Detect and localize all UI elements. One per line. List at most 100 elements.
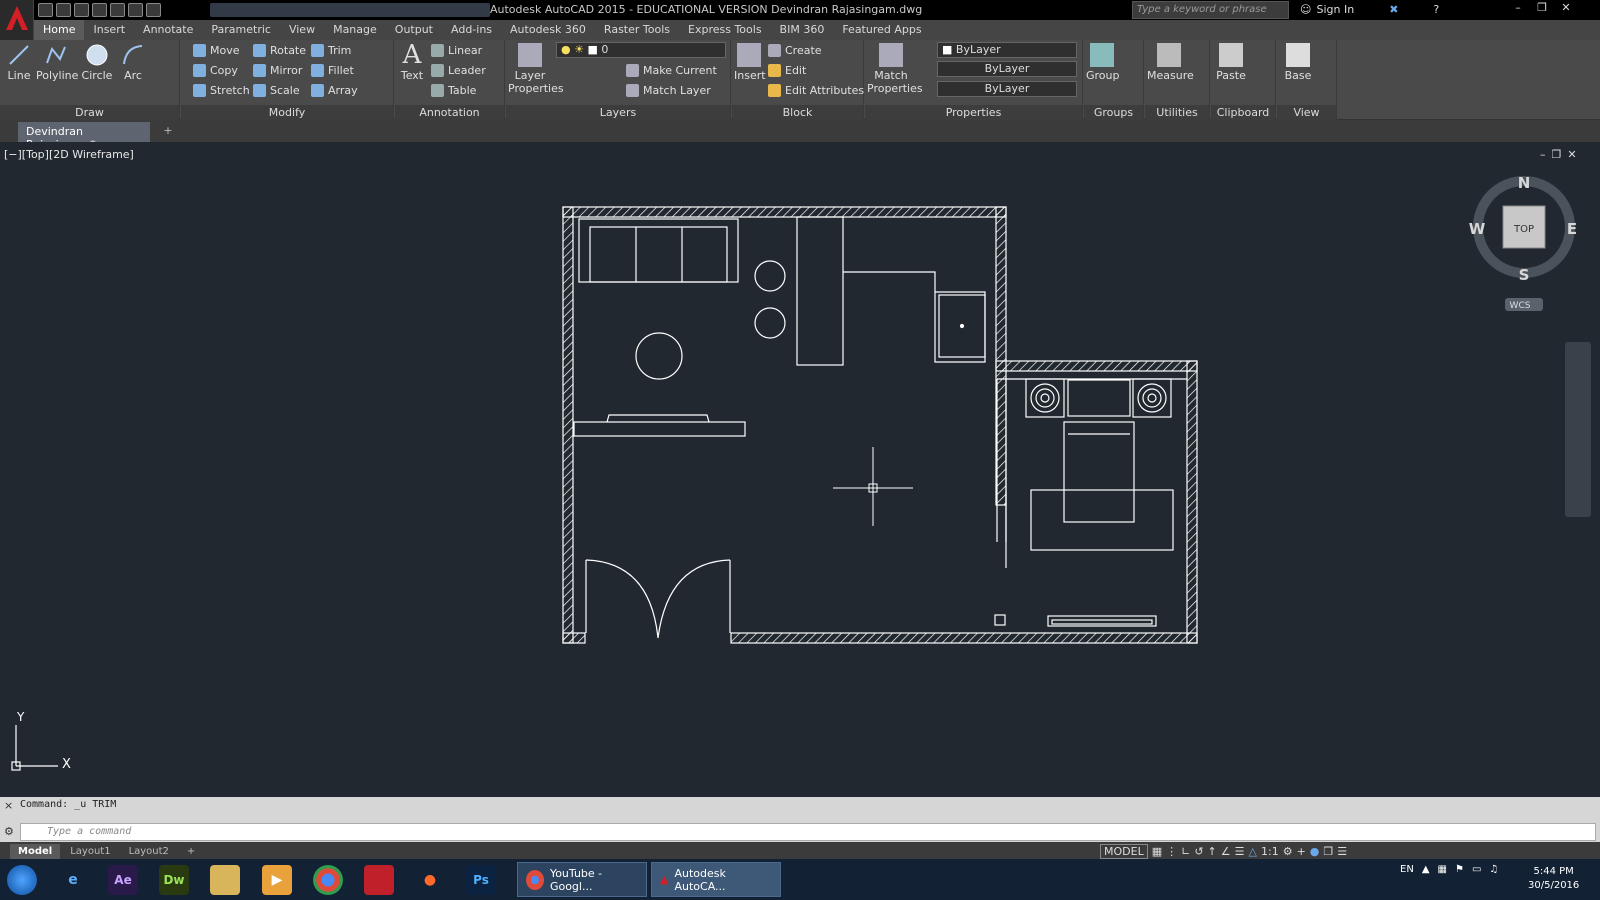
stretch-button[interactable]: Stretch (193, 81, 250, 99)
taskbar-app-youtube-chrome[interactable]: YouTube - Googl... (517, 862, 647, 897)
tab-home[interactable]: Home (34, 20, 85, 40)
sign-in-button[interactable]: ☺ Sign In ✖ ? (1300, 3, 1439, 16)
leader-button[interactable]: Leader (431, 61, 486, 79)
linear-dimension-button[interactable]: Linear (431, 41, 482, 59)
match-layer-button[interactable]: Match Layer (626, 81, 711, 99)
language-indicator[interactable]: EN (1400, 864, 1414, 875)
after-effects-icon[interactable]: Ae (108, 865, 138, 895)
workspace-gear-icon[interactable]: ⚙ (1283, 845, 1293, 858)
layer-properties-button[interactable]: Layer Properties (508, 43, 564, 95)
status-menu-icon[interactable]: ☰ (1337, 845, 1347, 858)
firefox-icon[interactable]: ● (415, 865, 445, 895)
modify-panel-title[interactable]: Modify (181, 105, 393, 120)
exchange-icon[interactable]: ✖ (1389, 3, 1398, 16)
polar-icon[interactable]: ↺ (1194, 845, 1203, 858)
tab-parametric[interactable]: Parametric (202, 20, 280, 40)
table-button[interactable]: Table (431, 81, 476, 99)
tab-manage[interactable]: Manage (324, 20, 386, 40)
fillet-button[interactable]: Fillet (311, 61, 354, 79)
close-command-line-icon[interactable]: × (4, 799, 13, 812)
draw-panel-title[interactable]: Draw (0, 105, 179, 120)
tab-bim-360[interactable]: BIM 360 (771, 20, 834, 40)
grid-icon[interactable]: ▦ (1152, 845, 1162, 858)
compass-east[interactable]: E (1567, 220, 1577, 238)
file-tab-devindran-rajasingam[interactable]: Devindran Rajasingam* × (18, 122, 150, 151)
undo-icon[interactable] (128, 3, 143, 17)
navigation-bar[interactable] (1565, 342, 1591, 517)
isolate-icon[interactable]: + (1297, 845, 1306, 858)
tab-layout1[interactable]: Layout1 (62, 844, 118, 859)
compass-south[interactable]: S (1519, 266, 1530, 284)
view-panel-title[interactable]: View (1277, 105, 1336, 120)
save-icon[interactable] (74, 3, 89, 17)
save-as-icon[interactable] (92, 3, 107, 17)
print-icon[interactable] (110, 3, 125, 17)
compass-north[interactable]: N (1518, 174, 1531, 192)
move-button[interactable]: Move (193, 41, 240, 59)
taskbar-app-autocad[interactable]: ▲ Autodesk AutoCA... (651, 862, 781, 897)
annotation-panel-title[interactable]: Annotation (395, 105, 504, 120)
internet-explorer-icon[interactable]: e (58, 865, 88, 895)
layers-panel-title[interactable]: Layers (506, 105, 730, 120)
security-shield-icon[interactable] (364, 865, 394, 895)
trim-button[interactable]: Trim (311, 41, 351, 59)
tab-layout2[interactable]: Layout2 (121, 844, 177, 859)
utilities-panel-title[interactable]: Utilities (1145, 105, 1209, 120)
tab-express-tools[interactable]: Express Tools (679, 20, 771, 40)
action-center-flag-icon[interactable]: ⚑ (1455, 864, 1464, 875)
otrack-icon[interactable]: ∠ (1221, 845, 1231, 858)
tab-annotate[interactable]: Annotate (134, 20, 202, 40)
measure-button[interactable]: Measure (1147, 43, 1194, 82)
scale-button[interactable]: Scale (253, 81, 300, 99)
tab-insert[interactable]: Insert (84, 20, 134, 40)
edit-block-button[interactable]: Edit (768, 61, 806, 79)
hardware-acceleration-icon[interactable]: ● (1310, 845, 1320, 858)
redo-icon[interactable] (146, 3, 161, 17)
tab-autodesk-360[interactable]: Autodesk 360 (501, 20, 595, 40)
clipboard-panel-title[interactable]: Clipboard (1211, 105, 1275, 120)
tab-add-ins[interactable]: Add-ins (442, 20, 501, 40)
arc-button[interactable]: Arc (118, 43, 148, 82)
search-input[interactable]: Type a keyword or phrase (1132, 1, 1289, 19)
rotate-button[interactable]: Rotate (253, 41, 306, 59)
color-dropdown[interactable]: ■ ByLayer (937, 42, 1077, 58)
open-icon[interactable] (56, 3, 71, 17)
media-player-icon[interactable]: ▶ (262, 865, 292, 895)
tab-view[interactable]: View (280, 20, 324, 40)
file-explorer-icon[interactable] (210, 865, 240, 895)
photoshop-icon[interactable]: Ps (466, 865, 496, 895)
new-icon[interactable] (38, 3, 53, 17)
volume-icon[interactable]: ♫ (1489, 864, 1498, 875)
model-space-toggle[interactable]: MODEL (1100, 844, 1148, 859)
create-block-button[interactable]: Create (768, 41, 822, 59)
system-clock[interactable]: 5:44 PM 30/5/2016 (1528, 865, 1579, 893)
tab-raster-tools[interactable]: Raster Tools (595, 20, 679, 40)
tray-expand-icon[interactable]: ▲ (1422, 864, 1430, 875)
osnap-icon[interactable]: ↑ (1208, 845, 1217, 858)
restore-icon[interactable]: ❐ (1534, 0, 1550, 16)
autocad-application-menu-button[interactable] (0, 0, 34, 40)
ortho-icon[interactable]: ∟ (1181, 845, 1190, 858)
groups-panel-title[interactable]: Groups (1084, 105, 1143, 120)
make-current-button[interactable]: Make Current (626, 61, 717, 79)
dreamweaver-icon[interactable]: Dw (159, 865, 189, 895)
tab-model[interactable]: Model (10, 844, 61, 859)
lineweight-icon[interactable]: ☰ (1235, 845, 1245, 858)
match-properties-button[interactable]: Match Properties (867, 43, 923, 95)
windows-icon[interactable]: ▦ (1438, 864, 1447, 875)
add-layout-button[interactable]: + (179, 844, 203, 859)
chrome-icon[interactable] (313, 865, 343, 895)
tab-featured-apps[interactable]: Featured Apps (833, 20, 930, 40)
group-button[interactable]: Group (1086, 43, 1120, 82)
circle-button[interactable]: Circle (80, 43, 114, 82)
text-button[interactable]: A Text (399, 42, 425, 82)
array-button[interactable]: Array (311, 81, 358, 99)
compass-west[interactable]: W (1469, 220, 1486, 238)
polyline-button[interactable]: Polyline (36, 43, 78, 82)
minimize-icon[interactable]: – (1510, 0, 1526, 16)
block-panel-title[interactable]: Block (732, 105, 863, 120)
viewcube[interactable]: TOP N S E W WCS (1469, 174, 1577, 311)
copy-button[interactable]: Copy (193, 61, 238, 79)
drawing-viewport[interactable]: [−][Top][2D Wireframe] – ❐ ✕ Y X TOP N S… (0, 142, 1597, 797)
edit-attributes-button[interactable]: Edit Attributes (768, 81, 864, 99)
